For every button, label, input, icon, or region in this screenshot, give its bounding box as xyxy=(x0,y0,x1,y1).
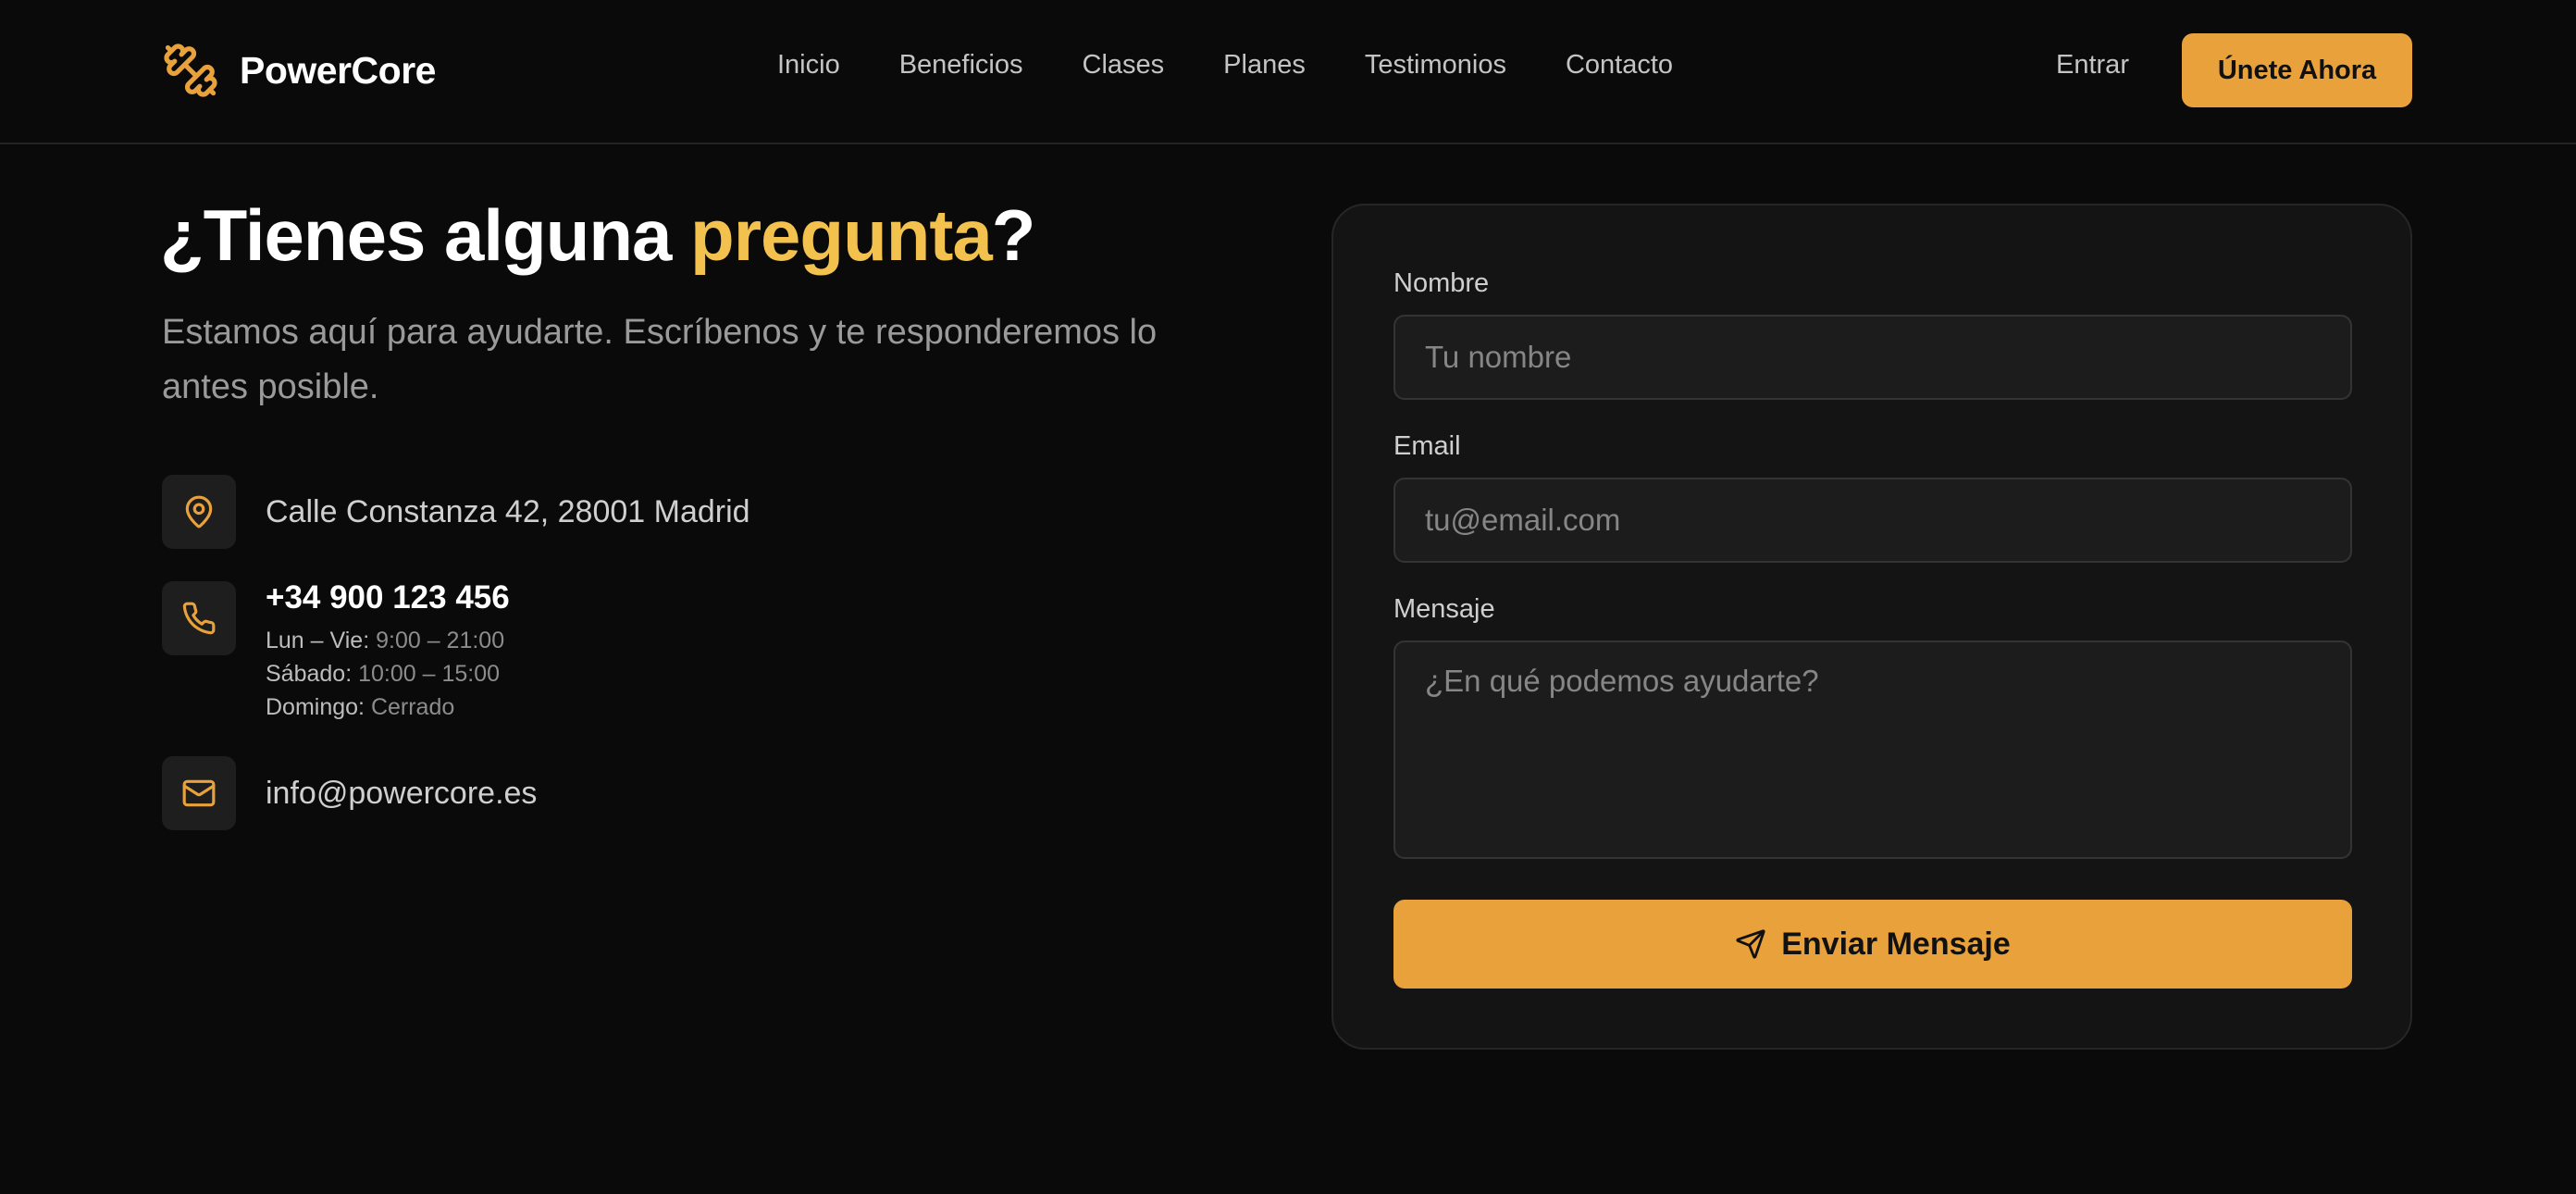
phone-item: +34 900 123 456 Lun – Vie: 9:00 – 21:00 … xyxy=(162,578,510,724)
heading-start: ¿Tienes alguna xyxy=(160,194,691,276)
heading-end: ? xyxy=(991,194,1036,276)
message-textarea[interactable] xyxy=(1393,641,2352,859)
address-item: Calle Constanza 42, 28001 Madrid xyxy=(162,475,750,549)
phone-number[interactable]: +34 900 123 456 xyxy=(266,578,510,618)
nav-link-planes[interactable]: Planes xyxy=(1223,50,1306,81)
heading-accent: pregunta xyxy=(690,194,993,276)
site-header: PowerCore Inicio Beneficios Clases Plane… xyxy=(0,0,2576,144)
address-text-wrap: Calle Constanza 42, 28001 Madrid xyxy=(266,475,750,549)
hours-day: Sábado: xyxy=(266,661,353,687)
email-link[interactable]: info@powercore.es xyxy=(266,756,537,830)
contact-subtitle: Estamos aquí para ayudarte. Escríbenos y… xyxy=(162,313,1158,406)
join-now-button[interactable]: Únete Ahora xyxy=(2182,33,2412,107)
contact-heading: ¿Tienes alguna pregunta? xyxy=(160,194,1036,276)
mail-icon xyxy=(182,779,216,807)
dumbbell-icon xyxy=(164,44,217,97)
main-nav: Inicio Beneficios Clases Planes Testimon… xyxy=(777,50,1673,81)
nav-link-inicio[interactable]: Inicio xyxy=(777,50,840,81)
map-pin-icon xyxy=(185,495,213,529)
hours-day: Lun – Vie: xyxy=(266,628,370,653)
phone-icon-box xyxy=(162,581,236,655)
hours-sunday: Domingo: Cerrado xyxy=(266,690,510,724)
name-input[interactable] xyxy=(1393,315,2352,400)
nav-link-beneficios[interactable]: Beneficios xyxy=(899,50,1023,81)
nav-link-contacto[interactable]: Contacto xyxy=(1566,50,1673,81)
send-icon xyxy=(1736,929,1765,959)
hours-day: Domingo: xyxy=(266,694,365,720)
email-text-wrap: info@powercore.es xyxy=(266,756,537,830)
email-input[interactable] xyxy=(1393,478,2352,563)
login-link[interactable]: Entrar xyxy=(2056,50,2129,81)
phone-text-wrap: +34 900 123 456 Lun – Vie: 9:00 – 21:00 … xyxy=(266,578,510,724)
hours-time: 10:00 – 15:00 xyxy=(358,661,501,687)
hours-saturday: Sábado: 10:00 – 15:00 xyxy=(266,657,510,690)
send-message-button[interactable]: Enviar Mensaje xyxy=(1393,900,2352,989)
brand-name: PowerCore xyxy=(240,48,436,92)
address-text: Calle Constanza 42, 28001 Madrid xyxy=(266,494,750,529)
email-label: Email xyxy=(1393,431,1461,461)
hours-time: Cerrado xyxy=(370,694,455,720)
send-button-label: Enviar Mensaje xyxy=(1781,926,2011,962)
name-label: Nombre xyxy=(1393,268,1490,298)
email-icon-box xyxy=(162,756,236,830)
email-item: info@powercore.es xyxy=(162,756,537,830)
phone-icon xyxy=(182,602,216,635)
address-icon-box xyxy=(162,475,236,549)
nav-link-testimonios[interactable]: Testimonios xyxy=(1365,50,1506,81)
brand-logo[interactable]: PowerCore xyxy=(162,39,436,102)
hours-time: 9:00 – 21:00 xyxy=(376,628,505,653)
message-label: Mensaje xyxy=(1393,594,1495,624)
contact-form-card: Nombre Email Mensaje Enviar Mensaje xyxy=(1331,204,2412,1050)
nav-link-clases[interactable]: Clases xyxy=(1083,50,1165,81)
hours-weekdays: Lun – Vie: 9:00 – 21:00 xyxy=(266,624,510,657)
